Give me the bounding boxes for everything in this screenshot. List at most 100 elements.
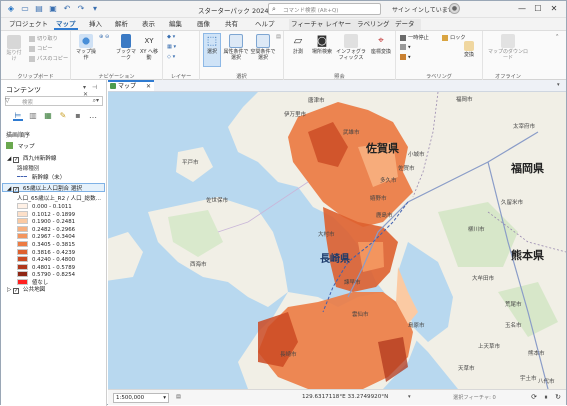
- legend-class-label: 0.3405 - 0.3815: [32, 242, 76, 248]
- selection-tools[interactable]: ▤: [276, 34, 281, 40]
- select-by-location-button[interactable]: 空間条件で選択: [250, 34, 276, 61]
- legend-class-row: 0.4240 - 0.4800: [17, 256, 75, 263]
- search-dropdown-icon[interactable]: ⌕▾: [93, 97, 99, 105]
- drawing-order-view-icon[interactable]: ⊨: [13, 111, 23, 121]
- legend-swatch[interactable]: [17, 256, 28, 263]
- tab-share[interactable]: 共有: [223, 19, 240, 30]
- select-by-attributes-button[interactable]: 属性条件で選択: [223, 34, 249, 61]
- tab-data[interactable]: データ: [393, 19, 421, 30]
- layer-shinkansen[interactable]: ◢ ✓ 西九州新幹線: [7, 154, 56, 163]
- maximize-button[interactable]: ☐: [530, 2, 546, 15]
- measure-button[interactable]: ▱ 計測: [288, 34, 308, 55]
- redo-icon[interactable]: ↷: [76, 4, 86, 14]
- pause-drawing-icon[interactable]: ⏸: [542, 393, 550, 402]
- legend-swatch[interactable]: [17, 225, 28, 232]
- tab-edit[interactable]: 編集: [167, 19, 184, 30]
- snapping-view-icon[interactable]: ▪: [73, 111, 83, 121]
- tab-view[interactable]: 表示: [140, 19, 157, 30]
- legend-swatch[interactable]: [17, 271, 28, 278]
- zoom-tools[interactable]: ⊕ ⊖: [99, 34, 109, 40]
- new-project-icon[interactable]: ▭: [20, 4, 30, 14]
- expand-arrow-icon[interactable]: ◢: [7, 156, 11, 162]
- tab-map-view[interactable]: マップ ✕: [108, 80, 154, 91]
- lock-labels-button[interactable]: ロック: [442, 34, 466, 41]
- open-project-icon[interactable]: ▤: [34, 4, 44, 14]
- refresh-icon[interactable]: ⟳: [530, 393, 538, 402]
- city-label: 小城市: [408, 152, 425, 158]
- explore-button[interactable]: マップ操作: [75, 34, 97, 61]
- data-source-view-icon[interactable]: ▥: [28, 111, 38, 121]
- editing-view-icon[interactable]: ✎: [58, 111, 68, 121]
- basemap-button[interactable]: ▦ ▾: [167, 44, 176, 50]
- legend-swatch[interactable]: [17, 248, 28, 255]
- selected-features-count[interactable]: 選択フィーチャ: 0: [453, 394, 496, 401]
- copy-button[interactable]: コピー: [29, 45, 53, 52]
- more-labeling-button[interactable]: ▾: [400, 54, 411, 61]
- legend-swatch[interactable]: [17, 233, 28, 240]
- save-icon[interactable]: ▣: [48, 4, 58, 14]
- user-avatar-icon[interactable]: ●: [449, 3, 460, 14]
- city-label: 多久市: [380, 178, 397, 184]
- coordinate-readout: 129.6317118°E 33.2749920°N: [302, 394, 389, 400]
- add-preset-button[interactable]: ◇ ▾: [167, 54, 175, 60]
- customize-icon[interactable]: ▾: [90, 4, 100, 14]
- scale-selector[interactable]: 1:500,000 ▾: [113, 393, 169, 403]
- city-label: 太宰府市: [513, 124, 536, 130]
- map-node[interactable]: マップ: [6, 142, 35, 150]
- city-label: 諫早市: [344, 280, 361, 286]
- view-unplaced-button[interactable]: ▾: [400, 44, 411, 51]
- tab-help[interactable]: ヘルプ: [253, 19, 277, 30]
- command-search-input[interactable]: ⌕ コマンド検索 (Alt+Q): [268, 3, 381, 15]
- infographics-button[interactable]: インフォグラフィックス: [335, 34, 367, 61]
- legend-swatch[interactable]: [17, 203, 28, 209]
- pause-labels-button[interactable]: 一時停止: [400, 34, 429, 41]
- add-data-button[interactable]: ◆ ▾: [167, 34, 175, 40]
- close-tab-icon[interactable]: ✕: [146, 82, 151, 91]
- minimize-button[interactable]: —: [514, 2, 530, 15]
- download-map-button[interactable]: マップのダウンロード: [487, 34, 529, 61]
- select-button[interactable]: ⬚ 選択: [203, 33, 221, 67]
- ribbon-collapse-icon[interactable]: ⌃: [555, 34, 559, 40]
- locate-button[interactable]: ◙ 場所検索: [311, 34, 333, 55]
- bookmarks-button[interactable]: ブックマーク: [115, 34, 137, 61]
- legend-swatch[interactable]: [17, 210, 28, 217]
- contents-search-input[interactable]: ▽ 検索 ⌕▾: [5, 96, 103, 106]
- layer-basemap[interactable]: ▷ ✓ 公共地図: [7, 285, 45, 294]
- go-to-xy-button[interactable]: XY XY へ移動: [138, 34, 160, 61]
- download-map-icon: [501, 34, 515, 48]
- undo-icon[interactable]: ↶: [62, 4, 72, 14]
- tab-feature-layer[interactable]: フィーチャ レイヤー: [289, 19, 355, 30]
- coordinate-conversion-button[interactable]: ⌖ 座標変換: [370, 34, 392, 55]
- more-views-icon[interactable]: …: [88, 111, 98, 121]
- tab-labeling[interactable]: ラベリング: [355, 19, 393, 30]
- tab-insert[interactable]: 挿入: [87, 19, 104, 30]
- filter-icon[interactable]: ▽: [5, 97, 10, 104]
- tab-list-icon[interactable]: ▾: [557, 82, 560, 88]
- redraw-icon[interactable]: ↻: [554, 393, 562, 402]
- layer-visibility-checkbox[interactable]: ✓: [13, 187, 20, 193]
- tab-analysis[interactable]: 解析: [113, 19, 130, 30]
- tab-map[interactable]: マップ: [54, 19, 78, 30]
- infographics-label: インフォグラフィックス: [336, 49, 366, 61]
- bookmarks-label: ブックマーク: [115, 49, 136, 61]
- paste-button[interactable]: 貼り付け: [5, 35, 23, 62]
- cut-button[interactable]: 切り取り: [29, 35, 58, 42]
- copy-path-button[interactable]: パスのコピー: [29, 55, 68, 62]
- scale-options-icon[interactable]: ▤: [176, 394, 181, 400]
- map-canvas[interactable]: 佐賀県 福岡県 長崎県 熊本県 福岡市 太宰府市 佐賀市 唐津市 伊万里市 武雄…: [108, 92, 566, 389]
- legend-swatch[interactable]: [17, 218, 28, 225]
- tab-imagery[interactable]: 画像: [195, 19, 212, 30]
- layer-visibility-checkbox[interactable]: ✓: [13, 288, 20, 294]
- legend-swatch[interactable]: [17, 263, 28, 270]
- layer-elderly-ratio[interactable]: ◢ ✓ 65歳以上人口割合 選択: [7, 184, 82, 193]
- selection-view-icon[interactable]: ▦: [43, 111, 53, 121]
- expand-arrow-icon[interactable]: ◢: [7, 186, 11, 192]
- tab-project[interactable]: プロジェクト: [7, 19, 50, 30]
- layer-visibility-checkbox[interactable]: ✓: [13, 157, 20, 163]
- convert-button[interactable]: 変換: [458, 41, 480, 58]
- city-label: 長崎市: [280, 352, 297, 358]
- collapse-arrow-icon[interactable]: ▷: [7, 287, 11, 293]
- legend-swatch[interactable]: [17, 241, 28, 247]
- close-button[interactable]: ✕: [546, 2, 562, 15]
- coordinate-dropdown-icon[interactable]: ▾: [408, 394, 411, 400]
